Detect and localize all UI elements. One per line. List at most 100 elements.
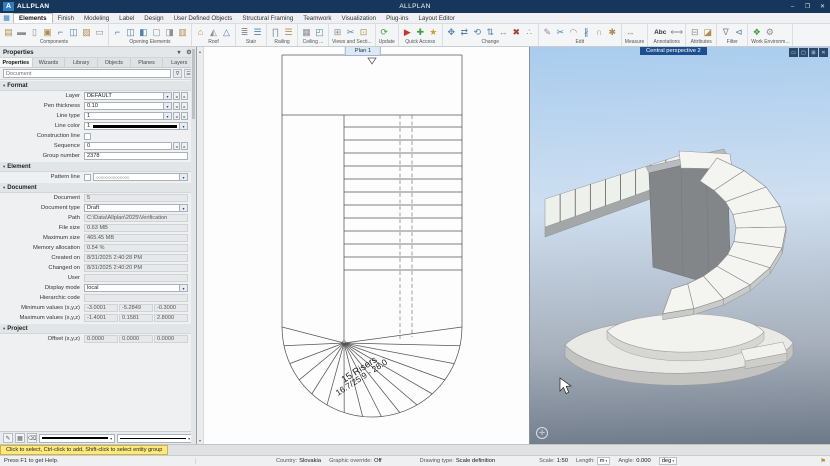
recess-icon[interactable]: ▥ bbox=[176, 25, 189, 39]
filter-funnel-icon[interactable]: ∇ bbox=[173, 69, 182, 78]
window-opening-icon[interactable]: ◫ bbox=[124, 25, 137, 39]
section-header-format[interactable]: ▾ Format bbox=[0, 80, 196, 91]
door-icon[interactable]: ⌐ bbox=[54, 25, 67, 39]
panel-scroll-thumb[interactable] bbox=[192, 49, 195, 119]
status-value[interactable]: deg ▾ bbox=[658, 457, 678, 465]
field-display-mode[interactable]: local bbox=[84, 284, 180, 292]
tab-properties[interactable]: Properties bbox=[0, 58, 33, 67]
menu-item-teamwork[interactable]: Teamwork bbox=[298, 13, 336, 23]
fillet-icon[interactable]: ◠ bbox=[567, 25, 580, 39]
panel-scrollbar[interactable] bbox=[191, 47, 196, 444]
favorites-icon[interactable]: ★ bbox=[427, 25, 440, 39]
section-header-element[interactable]: ▾ Element bbox=[0, 161, 196, 172]
add-icon[interactable]: ✚ bbox=[414, 25, 427, 39]
format-brush-icon[interactable]: ▦ bbox=[15, 433, 25, 443]
next-icon[interactable]: ▸ bbox=[181, 102, 188, 110]
menu-item-structural-framing[interactable]: Structural Framing bbox=[237, 13, 298, 23]
scroll-up-icon[interactable]: ▴ bbox=[199, 47, 201, 55]
prev-icon[interactable]: ◂ bbox=[173, 102, 180, 110]
line-preset-select[interactable]: ▾ bbox=[117, 433, 193, 443]
window-icon[interactable]: ◫ bbox=[67, 25, 80, 39]
roofscape-icon[interactable]: ⌂ bbox=[194, 25, 207, 39]
wall-opening-icon[interactable]: ▢ bbox=[150, 25, 163, 39]
menu-item-label[interactable]: Label bbox=[114, 13, 139, 23]
scroll-down-icon[interactable]: ▾ bbox=[199, 436, 201, 444]
update-3d-icon[interactable]: ⟳ bbox=[378, 25, 391, 39]
pane-maximize-icon[interactable]: ▢ bbox=[799, 48, 808, 57]
collapse-panel-icon[interactable]: ▾ bbox=[175, 49, 183, 56]
smart-wall-icon[interactable]: ▨ bbox=[80, 25, 93, 39]
reset-format-icon[interactable]: ⌫ bbox=[27, 433, 37, 443]
dimension-line-icon[interactable]: ⟷ bbox=[670, 25, 683, 39]
pane-close-icon[interactable]: ✕ bbox=[819, 48, 828, 57]
prev-icon[interactable]: ◂ bbox=[173, 142, 180, 150]
french-window-icon[interactable]: ◧ bbox=[137, 25, 150, 39]
menu-item-finish[interactable]: Finish bbox=[53, 13, 80, 23]
match-filter-icon[interactable]: ⊲ bbox=[732, 25, 745, 39]
plan-drawing[interactable]: 15 Risers 16.7/25.9 - 28.0 bbox=[204, 47, 530, 444]
field-pen-thickness[interactable]: 0.10 bbox=[84, 102, 164, 110]
attributes-icon[interactable]: ⊟ bbox=[688, 25, 701, 39]
prev-icon[interactable]: ◂ bbox=[173, 92, 180, 100]
minimize-button[interactable]: – bbox=[785, 0, 800, 13]
dropdown-arrow-icon[interactable]: ▾ bbox=[164, 102, 172, 110]
divide-icon[interactable]: ∦ bbox=[580, 25, 593, 39]
roof-covering-icon[interactable]: ◭ bbox=[207, 25, 220, 39]
prev-icon[interactable]: ◂ bbox=[173, 112, 180, 120]
field-line-color[interactable]: 1 bbox=[84, 122, 180, 130]
menu-item-modeling[interactable]: Modeling bbox=[79, 13, 114, 23]
filter-icon[interactable]: ∇ bbox=[719, 25, 732, 39]
explode-icon[interactable]: ✱ bbox=[606, 25, 619, 39]
dropdown-arrow-icon[interactable]: ▾ bbox=[180, 284, 188, 292]
stair-modeler-icon[interactable]: ☰ bbox=[251, 25, 264, 39]
workgroup-icon[interactable]: ❖ bbox=[750, 25, 763, 39]
next-icon[interactable]: ▸ bbox=[181, 112, 188, 120]
dropdown-arrow-icon[interactable]: ▾ bbox=[164, 112, 172, 120]
text-icon[interactable]: Abc bbox=[650, 25, 670, 39]
section-header-document[interactable]: ▾ Document bbox=[0, 182, 196, 193]
edit-points-icon[interactable]: ∴ bbox=[523, 25, 536, 39]
pane-minimize-icon[interactable]: ▭ bbox=[789, 48, 798, 57]
menu-item-layout-editor[interactable]: Layout Editor bbox=[413, 13, 459, 23]
next-icon[interactable]: ▸ bbox=[181, 92, 188, 100]
tab-objects[interactable]: Objects bbox=[98, 58, 131, 67]
niche-icon[interactable]: ◨ bbox=[163, 25, 176, 39]
next-icon[interactable]: ▸ bbox=[181, 142, 188, 150]
dropdown-arrow-icon[interactable]: ▾ bbox=[180, 204, 188, 212]
section-icon[interactable]: ✂ bbox=[344, 25, 357, 39]
fence-icon[interactable]: ☰ bbox=[282, 25, 295, 39]
column-icon[interactable]: ▯ bbox=[28, 25, 41, 39]
detail-icon[interactable]: ⊡ bbox=[357, 25, 370, 39]
move-icon[interactable]: ✥ bbox=[445, 25, 458, 39]
notification-flag-icon[interactable]: ⚑ bbox=[816, 457, 830, 465]
menu-item-plug-ins[interactable]: Plug-ins bbox=[381, 13, 413, 23]
view-icon[interactable]: ⊞ bbox=[331, 25, 344, 39]
menu-item-design[interactable]: Design bbox=[139, 13, 168, 23]
menu-item-elements[interactable]: Elements bbox=[13, 13, 53, 23]
close-button[interactable]: ✕ bbox=[815, 0, 830, 13]
field-sequence[interactable]: 0 bbox=[84, 142, 172, 150]
menu-item-visualization[interactable]: Visualization bbox=[336, 13, 381, 23]
assign-attribute-icon[interactable]: ◪ bbox=[701, 25, 714, 39]
dropdown-arrow-icon[interactable]: ▾ bbox=[180, 173, 188, 181]
stair-icon[interactable]: ≣ bbox=[238, 25, 251, 39]
property-search-input[interactable] bbox=[3, 69, 171, 78]
chimney-icon[interactable]: ▣ bbox=[41, 25, 54, 39]
pane-grid-icon[interactable]: ⊞ bbox=[809, 48, 818, 57]
checkbox-pattern-line[interactable] bbox=[84, 173, 91, 181]
downstand-beam-icon[interactable]: ▬ bbox=[15, 25, 28, 39]
plan-view-tab[interactable]: Plan 1 bbox=[344, 47, 382, 56]
dropdown-arrow-icon[interactable]: ▾ bbox=[164, 92, 172, 100]
pen-preset-select[interactable]: ▾ bbox=[39, 433, 115, 443]
measure-icon[interactable]: ↔ bbox=[624, 25, 637, 39]
settings-icon[interactable]: ⚙ bbox=[763, 25, 776, 39]
dropdown-arrow-icon[interactable]: ▾ bbox=[180, 122, 188, 130]
slab-icon[interactable]: ▭ bbox=[93, 25, 106, 39]
perspective-view-tab[interactable]: Central perspective 2 bbox=[640, 47, 707, 55]
match-properties-icon[interactable]: ✎ bbox=[3, 433, 13, 443]
door-opening-icon[interactable]: ⌐ bbox=[111, 25, 124, 39]
plan-viewport[interactable]: ▴ ▾ Plan 1 15 Risers 16.7/25.9 - 28.0 bbox=[197, 47, 530, 444]
railing-icon[interactable]: ∏ bbox=[269, 25, 282, 39]
play-icon[interactable]: ▶ bbox=[401, 25, 414, 39]
field-line-type[interactable]: 1 bbox=[84, 112, 164, 120]
